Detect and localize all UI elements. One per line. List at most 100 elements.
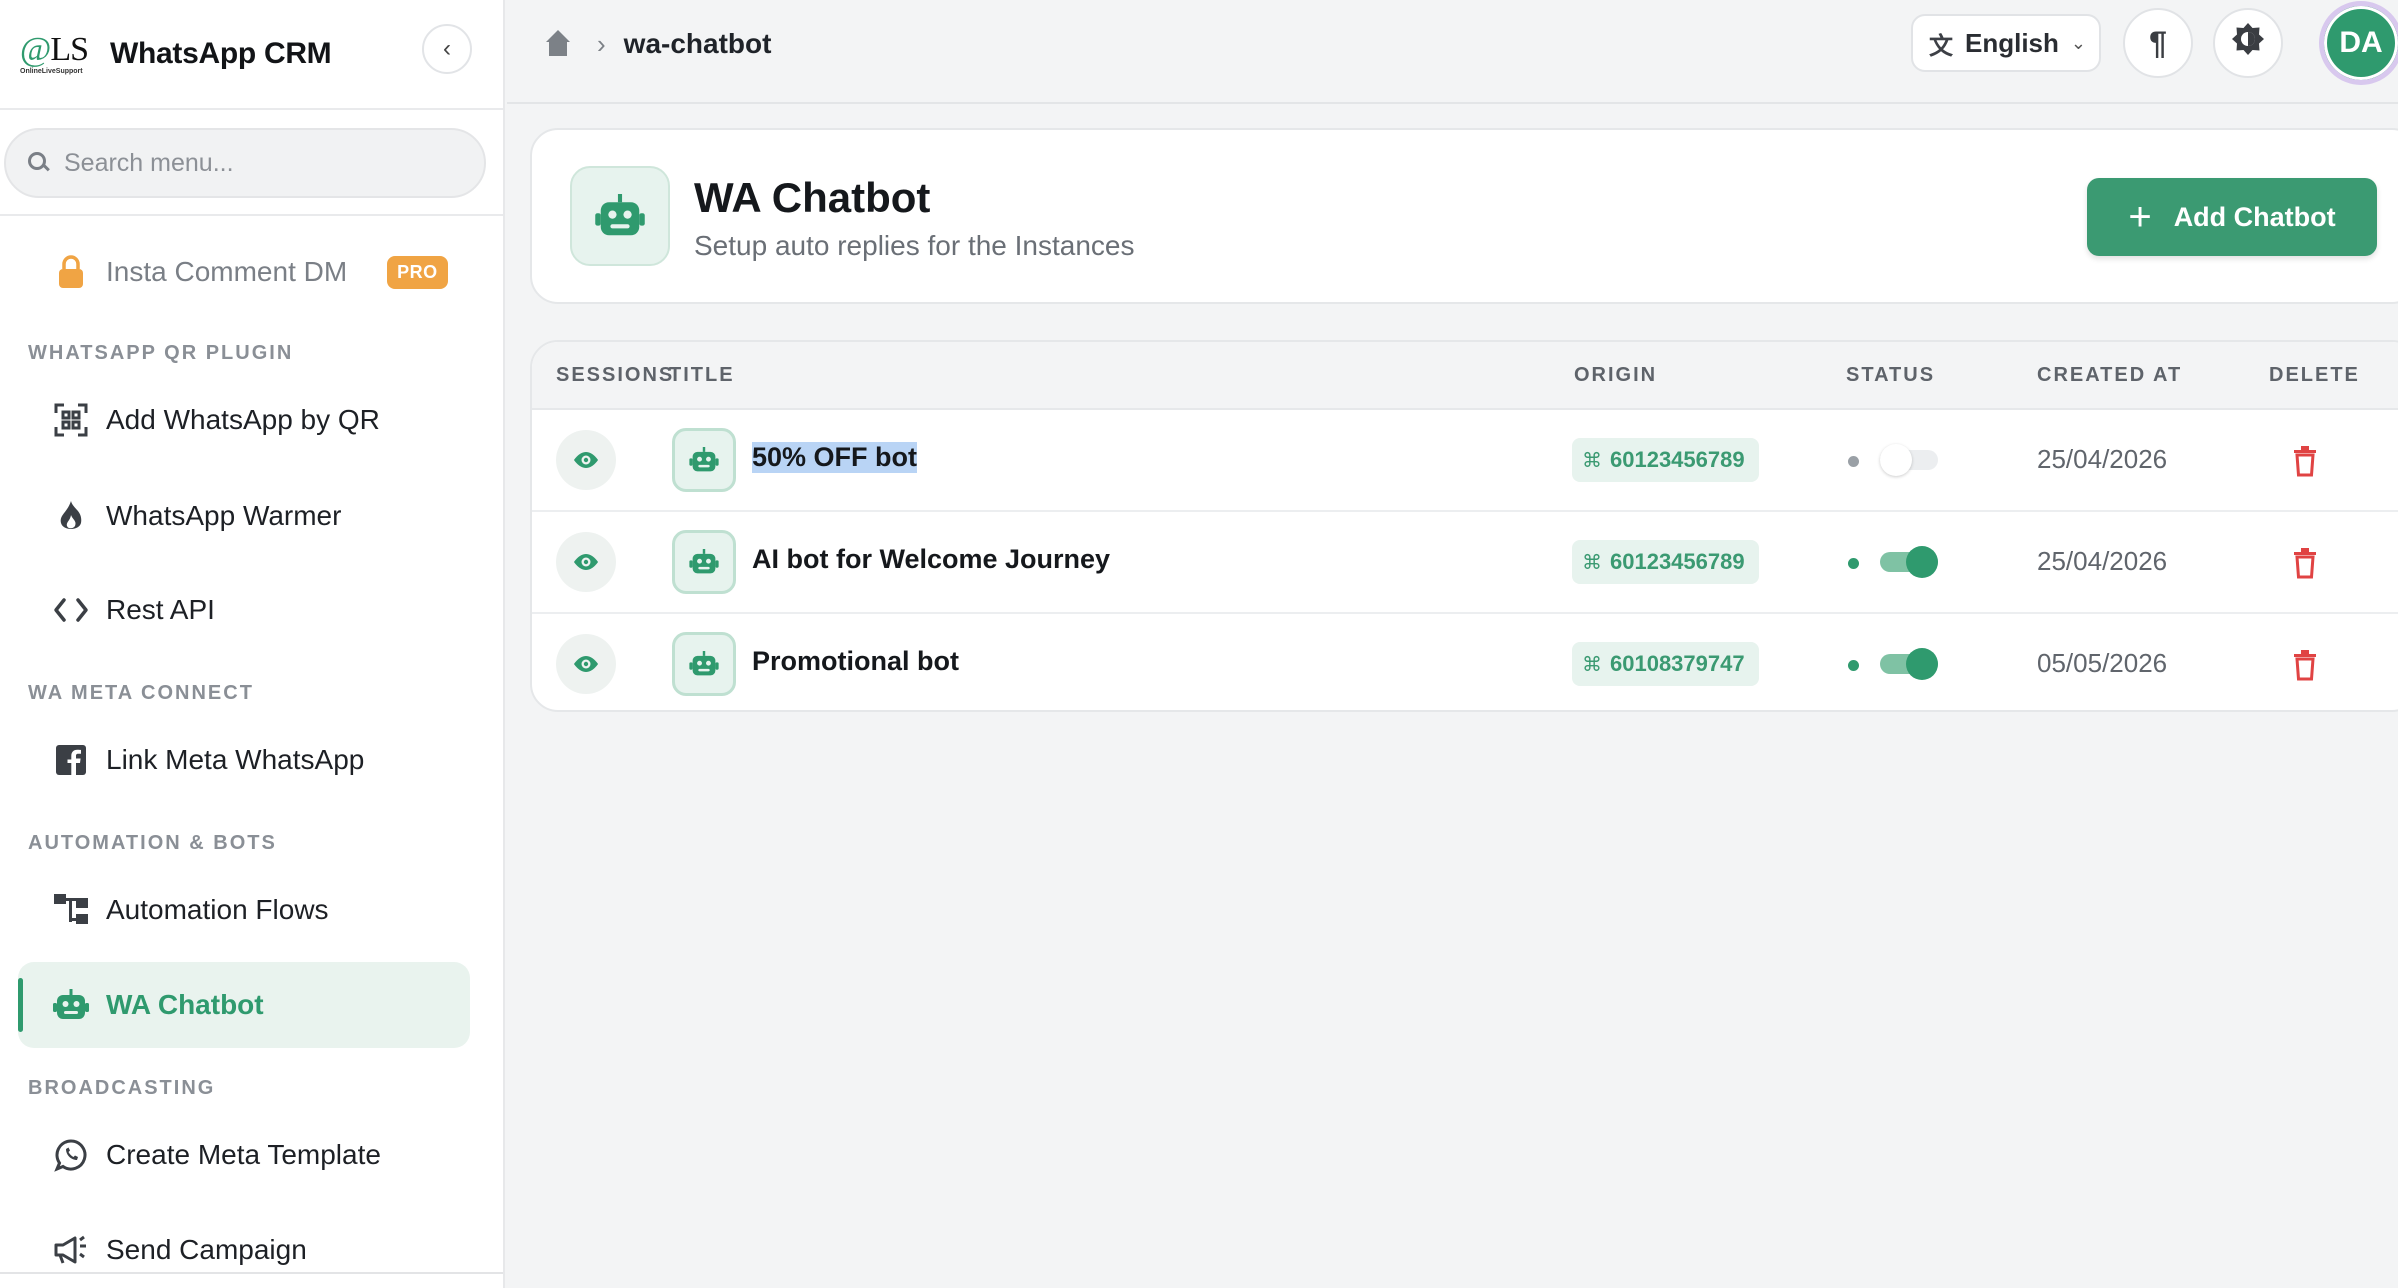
top-bar: › wa-chatbot 文 English ⌄ ¶ DA [507, 0, 2398, 104]
ols-logo: @LS OnlineLiveSupport [20, 31, 89, 76]
sidebar-item-link-meta-whatsapp[interactable]: Link Meta WhatsApp [52, 730, 364, 790]
sidebar-item-automation-flows[interactable]: Automation Flows [52, 880, 329, 940]
column-header-status: STATUS [1846, 364, 1936, 386]
code-icon [52, 591, 90, 629]
section-label-wa-meta-connect: WA META CONNECT [28, 682, 254, 704]
origin-number: 60123456789 [1610, 549, 1745, 574]
search-icon [26, 150, 52, 176]
sidebar-item-insta-comment-dm[interactable]: Insta Comment DM PRO [52, 242, 448, 302]
qr-code-icon: ⌘ [1582, 653, 1602, 676]
delete-trash-icon[interactable] [2290, 546, 2320, 580]
lock-icon [52, 253, 90, 291]
origin-chip: ⌘ 60123456789 [1572, 438, 1759, 482]
home-icon[interactable] [543, 30, 573, 58]
sidebar-item-label: Insta Comment DM [106, 256, 348, 287]
robot-icon [672, 632, 736, 696]
breadcrumb-current: wa-chatbot [623, 28, 772, 59]
sidebar-item-label: Send Campaign [106, 1234, 307, 1265]
column-header-title: TITLE [669, 364, 735, 386]
facebook-icon [52, 741, 90, 779]
sidebar-item-label: WhatsApp Warmer [106, 500, 342, 531]
collapse-sidebar-button[interactable]: ‹ [422, 24, 472, 74]
breadcrumb: › wa-chatbot [543, 24, 771, 64]
sidebar-item-label: Create Meta Template [106, 1139, 381, 1170]
eye-icon [574, 554, 598, 570]
sidebar-item-label: Add WhatsApp by QR [106, 404, 380, 435]
status-dot [1848, 456, 1859, 467]
sidebar: @LS OnlineLiveSupport WhatsApp CRM ‹ Sea… [0, 0, 505, 1288]
chevron-down-icon: ⌄ [2070, 32, 2086, 53]
search-menu-input[interactable]: Search menu... [4, 128, 486, 198]
table-row: Promotional bot ⌘ 60108379747 05/05/2026 [532, 614, 2398, 710]
column-header-sessions: SESSIONS [556, 364, 675, 386]
megaphone-icon [52, 1231, 90, 1269]
flow-icon [52, 891, 90, 929]
whatsapp-icon [52, 1136, 90, 1174]
column-header-origin: ORIGIN [1574, 364, 1658, 386]
sidebar-item-create-meta-template[interactable]: Create Meta Template [52, 1125, 381, 1185]
active-item-indicator [18, 978, 23, 1032]
app-title: WhatsApp CRM [110, 37, 332, 70]
sidebar-item-rest-api[interactable]: Rest API [52, 580, 215, 640]
divider [0, 214, 503, 216]
text-direction-button[interactable]: ¶ [2123, 8, 2193, 78]
section-label-broadcasting: BROADCASTING [28, 1077, 216, 1099]
language-select[interactable]: 文 English ⌄ [1911, 14, 2101, 72]
robot-icon [672, 428, 736, 492]
chatbot-title[interactable]: Promotional bot [752, 646, 959, 677]
eye-icon [574, 452, 598, 468]
view-sessions-button[interactable] [556, 532, 616, 592]
origin-chip: ⌘ 60108379747 [1572, 642, 1759, 686]
table-row: AI bot for Welcome Journey ⌘ 60123456789… [532, 512, 2398, 614]
chatbot-table: SESSIONS TITLE ORIGIN STATUS CREATED AT … [530, 340, 2398, 712]
delete-trash-icon[interactable] [2290, 648, 2320, 682]
status-dot [1848, 660, 1859, 671]
plus-icon: + [2128, 195, 2152, 239]
sidebar-item-whatsapp-warmer[interactable]: WhatsApp Warmer [52, 486, 341, 546]
sidebar-item-wa-chatbot[interactable]: WA Chatbot [52, 975, 264, 1035]
chatbot-title[interactable]: AI bot for Welcome Journey [752, 544, 1110, 575]
created-at: 05/05/2026 [2037, 648, 2168, 678]
sidebar-item-send-campaign[interactable]: Send Campaign [52, 1220, 307, 1280]
column-header-delete: DELETE [2269, 364, 2360, 386]
pilcrow-icon: ¶ [2149, 24, 2167, 61]
robot-icon [52, 986, 90, 1024]
search-placeholder: Search menu... [64, 148, 234, 177]
language-label: English [1965, 27, 2059, 58]
user-avatar[interactable]: DA [2319, 1, 2398, 85]
divider [0, 1272, 503, 1274]
fire-icon [52, 497, 90, 535]
eye-icon [574, 656, 598, 672]
theme-toggle-button[interactable] [2213, 8, 2283, 78]
view-sessions-button[interactable] [556, 430, 616, 490]
add-chatbot-button[interactable]: + Add Chatbot [2087, 178, 2377, 256]
brand-header: @LS OnlineLiveSupport WhatsApp CRM ‹ [0, 0, 503, 110]
qr-code-icon: ⌘ [1582, 551, 1602, 574]
origin-chip: ⌘ 60123456789 [1572, 540, 1759, 584]
status-toggle[interactable] [1880, 444, 1938, 476]
created-at: 25/04/2026 [2037, 444, 2168, 474]
qr-code-icon [52, 401, 90, 439]
chevron-left-icon: ‹ [443, 35, 451, 62]
view-sessions-button[interactable] [556, 634, 616, 694]
sidebar-item-label: Automation Flows [106, 894, 329, 925]
origin-number: 60123456789 [1610, 447, 1745, 472]
section-label-whatsapp-qr-plugin: WHATSAPP QR PLUGIN [28, 342, 294, 364]
add-chatbot-label: Add Chatbot [2173, 201, 2336, 232]
delete-trash-icon[interactable] [2290, 444, 2320, 478]
created-at: 25/04/2026 [2037, 546, 2168, 576]
status-toggle[interactable] [1880, 546, 1938, 578]
sidebar-item-add-whatsapp-by-qr[interactable]: Add WhatsApp by QR [52, 390, 380, 450]
translate-icon: 文 [1929, 32, 1953, 60]
chatbot-title[interactable]: 50% OFF bot [752, 442, 918, 473]
page-header-card: WA Chatbot Setup auto replies for the In… [530, 128, 2398, 304]
sidebar-item-label: WA Chatbot [106, 989, 264, 1020]
status-toggle[interactable] [1880, 648, 1938, 680]
robot-icon [672, 530, 736, 594]
pro-badge: PRO [387, 255, 448, 289]
page-title: WA Chatbot [694, 174, 931, 221]
column-header-created-at: CREATED AT [2037, 364, 2183, 386]
section-label-automation-bots: AUTOMATION & BOTS [28, 832, 277, 854]
origin-number: 60108379747 [1610, 651, 1745, 676]
sidebar-item-label: Link Meta WhatsApp [106, 744, 365, 775]
